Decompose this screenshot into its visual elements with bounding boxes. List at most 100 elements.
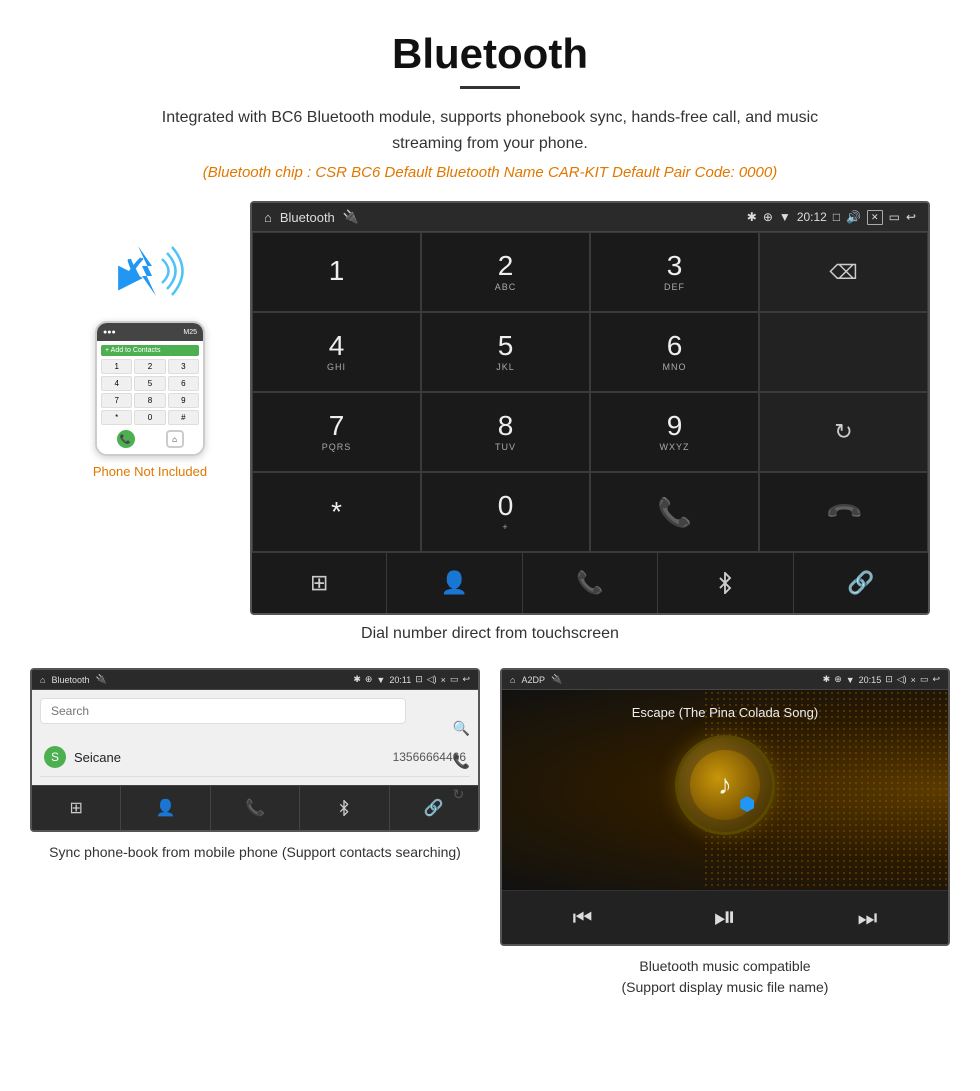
next-track-button[interactable]: ⏭	[858, 905, 878, 931]
contact-row[interactable]: S Seicane 13566664466	[40, 738, 470, 777]
dial-letters-4: GHI	[327, 362, 346, 372]
dial-key-8[interactable]: 8 TUV	[421, 392, 590, 472]
dial-key-6[interactable]: 6 MNO	[590, 312, 759, 392]
toolbar-link-btn[interactable]: 🔗	[794, 553, 928, 613]
phone-key-7[interactable]: 7	[101, 393, 132, 408]
contact-name: Seicane	[74, 750, 393, 765]
status-bar-left: ⌂ Bluetooth 🔌	[264, 209, 359, 225]
phonebook-status-bar: ⌂ Bluetooth 🔌 ✱ ⊕ ▼ 20:11 ⊡ ◁) × ▭ ↩	[32, 670, 478, 690]
title-divider	[460, 86, 520, 89]
toolbar-bluetooth-btn[interactable]	[658, 553, 793, 613]
phone-key-5[interactable]: 5	[134, 376, 165, 391]
dial-key-7[interactable]: 7 PQRS	[252, 392, 421, 472]
dial-section: ✗ ▸ ●●● M25 + Add to Contacts 1	[0, 191, 980, 615]
dial-letters-6: MNO	[663, 362, 687, 372]
dial-number-5: 5	[498, 332, 514, 360]
phone-key-0[interactable]: 0	[134, 410, 165, 425]
dial-number-9: 9	[667, 412, 683, 440]
music-time: 20:15	[859, 675, 882, 685]
link-icon: 🔗	[847, 570, 874, 596]
close-icon[interactable]: ✕	[867, 210, 883, 225]
back-icon[interactable]: ↩	[906, 210, 916, 224]
pb-refresh-icon[interactable]: ↻	[453, 786, 470, 803]
camera-icon[interactable]: □	[833, 210, 840, 224]
dial-key-5[interactable]: 5 JKL	[421, 312, 590, 392]
dial-cell-refresh[interactable]: ↻	[759, 392, 928, 472]
pb-time: 20:11	[389, 675, 411, 685]
dial-key-0[interactable]: 0 +	[421, 472, 590, 552]
bluetooth-icon: ✗	[118, 251, 148, 293]
pb-call-icon[interactable]: 📞	[453, 753, 470, 770]
toolbar-contacts-btn[interactable]: 👤	[387, 553, 522, 613]
dial-number-7: 7	[329, 412, 345, 440]
bluetooth-status-icon: ✱	[747, 210, 757, 224]
phone-home-button[interactable]: ⌂	[166, 430, 184, 448]
dial-caption: Dial number direct from touchscreen	[0, 615, 980, 658]
phone-model: M25	[183, 329, 197, 336]
dial-letters-2: ABC	[495, 282, 517, 292]
phone-key-6[interactable]: 6	[168, 376, 199, 391]
pb-bluetooth-icon	[336, 800, 352, 816]
dial-number-2: 2	[498, 252, 514, 280]
dial-letters-3: DEF	[664, 282, 685, 292]
dial-number-8: 8	[498, 412, 514, 440]
pb-sig-icon: ▼	[376, 675, 385, 685]
dial-key-2[interactable]: 2 ABC	[421, 232, 590, 312]
dial-key-9[interactable]: 9 WXYZ	[590, 392, 759, 472]
dial-key-1[interactable]: 1	[252, 232, 421, 312]
pb-toolbar-person[interactable]: 👤	[121, 786, 210, 830]
phone-key-hash[interactable]: #	[168, 410, 199, 425]
pb-search-icon[interactable]: 🔍	[453, 720, 470, 737]
dial-number-3: 3	[667, 252, 683, 280]
time-display: 20:12	[797, 210, 827, 224]
contacts-icon: 👤	[441, 570, 468, 596]
dial-number-4: 4	[329, 332, 345, 360]
pb-toolbar-phone[interactable]: 📞	[211, 786, 300, 830]
music-screen: ⌂ A2DP 🔌 ✱ ⊕ ▼ 20:15 ⊡ ◁) × ▭ ↩	[500, 668, 950, 946]
toolbar-phone-btn[interactable]: 📞	[523, 553, 658, 613]
dial-key-3[interactable]: 3 DEF	[590, 232, 759, 312]
phone-call-button[interactable]: 📞	[117, 430, 135, 448]
dial-key-hash[interactable]: 📞	[590, 472, 759, 552]
pb-toolbar-grid[interactable]: ⊞	[32, 786, 121, 830]
phone-key-1[interactable]: 1	[101, 359, 132, 374]
prev-track-button[interactable]: ⏮	[573, 905, 593, 931]
dial-letters-5: JKL	[496, 362, 515, 372]
dial-letters-8: TUV	[495, 442, 516, 452]
subtitle-text: Integrated with BC6 Bluetooth module, su…	[150, 105, 830, 156]
pb-app-name: Bluetooth	[51, 675, 89, 685]
phone-illustration: ✗ ▸ ●●● M25 + Add to Contacts 1	[50, 201, 250, 479]
phonebook-search-input[interactable]	[40, 698, 406, 724]
window-icon[interactable]: ▭	[889, 210, 900, 224]
volume-icon[interactable]: 🔊	[846, 210, 861, 224]
phone-add-contact: + Add to Contacts	[101, 345, 199, 356]
phone-key-8[interactable]: 8	[134, 393, 165, 408]
home-icon[interactable]: ⌂	[264, 210, 272, 225]
dial-cell-backspace[interactable]: ⌫	[759, 232, 928, 312]
phone-key-star[interactable]: *	[101, 410, 132, 425]
music-usb-icon: 🔌	[551, 674, 562, 685]
app-name-label: Bluetooth	[280, 210, 335, 225]
dial-key-4[interactable]: 4 GHI	[252, 312, 421, 392]
phone-key-2[interactable]: 2	[134, 359, 165, 374]
song-title: Escape (The Pina Colada Song)	[632, 705, 818, 720]
pb-bt-icon: ✱	[353, 674, 361, 685]
music-sig-icon: ▼	[846, 675, 855, 685]
phone-key-4[interactable]: 4	[101, 376, 132, 391]
toolbar-grid-btn[interactable]: ⊞	[252, 553, 387, 613]
bluetooth-toolbar-icon	[714, 572, 736, 594]
phone-key-3[interactable]: 3	[168, 359, 199, 374]
pb-back-icon: ↩	[462, 674, 470, 685]
dial-key-star[interactable]: *	[252, 472, 421, 552]
play-pause-button[interactable]: ⏯	[714, 901, 736, 934]
pb-toolbar-bt[interactable]	[300, 786, 389, 830]
pb-close-icon: ×	[441, 675, 446, 685]
dial-pad: 1 2 ABC 3 DEF ⌫ 4 GHI 5 JKL 6	[252, 232, 928, 552]
music-note-icon: ♪	[718, 769, 732, 801]
dial-cell-endcall[interactable]: 📞	[759, 472, 928, 552]
phone-key-9[interactable]: 9	[168, 393, 199, 408]
phonebook-block: ⌂ Bluetooth 🔌 ✱ ⊕ ▼ 20:11 ⊡ ◁) × ▭ ↩	[30, 668, 480, 998]
signal-icon: ▼	[779, 210, 791, 224]
music-body: Escape (The Pina Colada Song) ♪ ⬢	[502, 690, 948, 890]
specs-line: (Bluetooth chip : CSR BC6 Default Blueto…	[20, 164, 960, 181]
